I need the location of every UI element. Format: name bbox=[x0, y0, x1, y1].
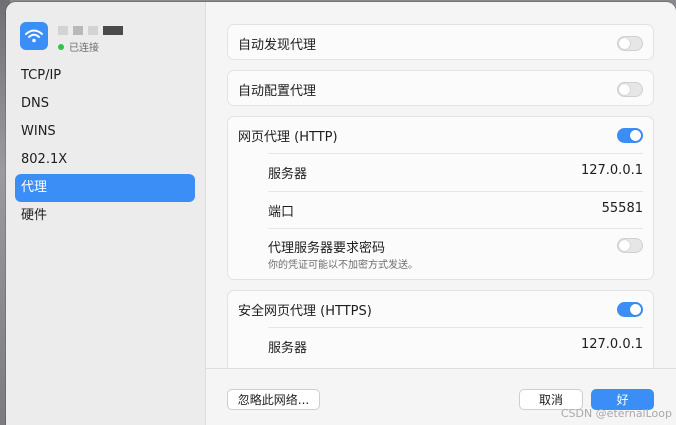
http-proxy-label: 网页代理 (HTTP) bbox=[238, 130, 338, 145]
sidebar-item-wins[interactable]: WINS bbox=[15, 118, 195, 146]
http-server-value[interactable]: 127.0.0.1 bbox=[581, 163, 643, 178]
http-port-value[interactable]: 55581 bbox=[602, 201, 643, 216]
sidebar: 已连接 TCP/IP DNS WINS 802.1X 代理 硬件 bbox=[6, 2, 206, 425]
dialog-footer: 忽略此网络... 取消 好 CSDN @eternalLoop bbox=[206, 368, 676, 425]
auto-discover-group: 自动发现代理 bbox=[227, 24, 654, 60]
connection-status: 已连接 bbox=[58, 39, 99, 54]
https-proxy-group: 安全网页代理 (HTTPS) 服务器 127.0.0.1 bbox=[227, 290, 654, 380]
auto-discover-toggle[interactable] bbox=[617, 36, 643, 51]
password-warning-note: 你的凭证可能以不加密方式发送。 bbox=[268, 260, 418, 271]
network-name-redacted bbox=[58, 26, 123, 35]
http-server-label: 服务器 bbox=[268, 167, 308, 182]
password-required-toggle[interactable] bbox=[617, 238, 643, 253]
wifi-icon bbox=[20, 22, 48, 50]
password-required-label: 代理服务器要求密码 bbox=[268, 241, 386, 256]
auto-config-toggle[interactable] bbox=[617, 82, 643, 97]
auto-config-group: 自动配置代理 bbox=[227, 70, 654, 106]
sidebar-item-8021x[interactable]: 802.1X bbox=[15, 146, 195, 174]
auto-discover-label: 自动发现代理 bbox=[238, 38, 317, 53]
watermark: CSDN @eternalLoop bbox=[560, 407, 672, 420]
sidebar-nav: TCP/IP DNS WINS 802.1X 代理 硬件 bbox=[15, 62, 195, 230]
connection-status-text: 已连接 bbox=[69, 43, 99, 54]
sidebar-item-dns[interactable]: DNS bbox=[15, 90, 195, 118]
http-proxy-group: 网页代理 (HTTP) 服务器 127.0.0.1 端口 55581 代理服务器… bbox=[227, 116, 654, 280]
sidebar-item-proxy[interactable]: 代理 bbox=[15, 174, 195, 202]
http-port-label: 端口 bbox=[268, 205, 295, 220]
sidebar-item-hardware[interactable]: 硬件 bbox=[15, 202, 195, 230]
sidebar-item-tcpip[interactable]: TCP/IP bbox=[15, 62, 195, 90]
https-server-value[interactable]: 127.0.0.1 bbox=[581, 337, 643, 352]
proxy-settings-panel: 自动发现代理 自动配置代理 网页代理 (HTTP) 服务器 127.0.0.1 … bbox=[206, 2, 676, 425]
https-server-label: 服务器 bbox=[268, 341, 308, 356]
http-proxy-toggle[interactable] bbox=[617, 128, 643, 143]
https-proxy-label: 安全网页代理 (HTTPS) bbox=[238, 304, 372, 319]
auto-config-label: 自动配置代理 bbox=[238, 84, 317, 99]
network-settings-window: 已连接 TCP/IP DNS WINS 802.1X 代理 硬件 自动发现代理 … bbox=[6, 2, 676, 425]
ignore-network-button[interactable]: 忽略此网络... bbox=[227, 389, 320, 410]
https-proxy-toggle[interactable] bbox=[617, 302, 643, 317]
connected-dot-icon bbox=[58, 43, 64, 50]
